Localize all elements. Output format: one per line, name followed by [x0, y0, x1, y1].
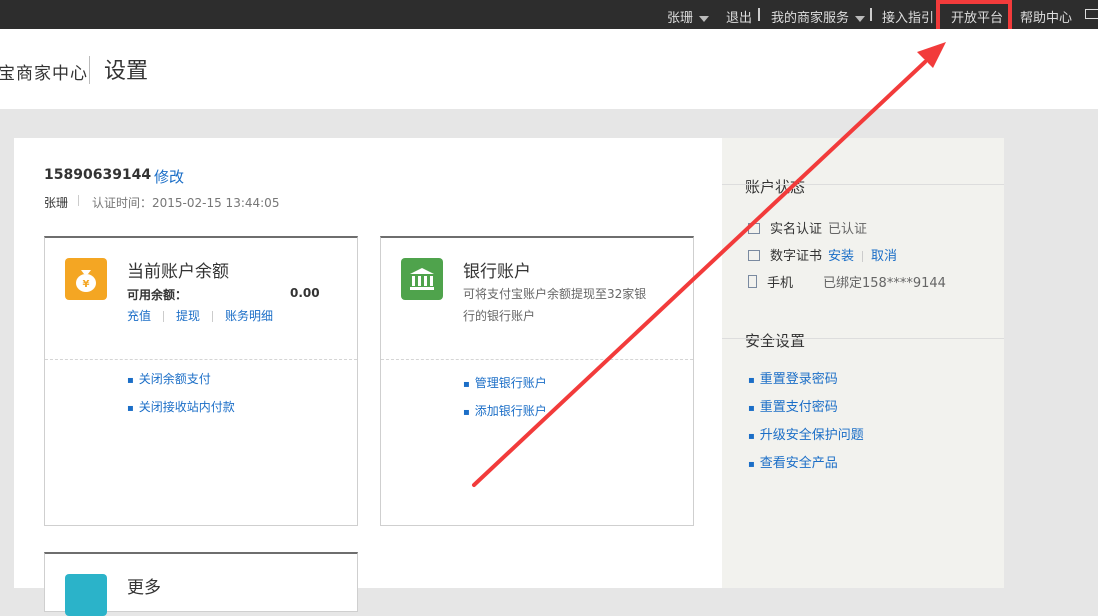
annotation-arrow [472, 42, 946, 487]
